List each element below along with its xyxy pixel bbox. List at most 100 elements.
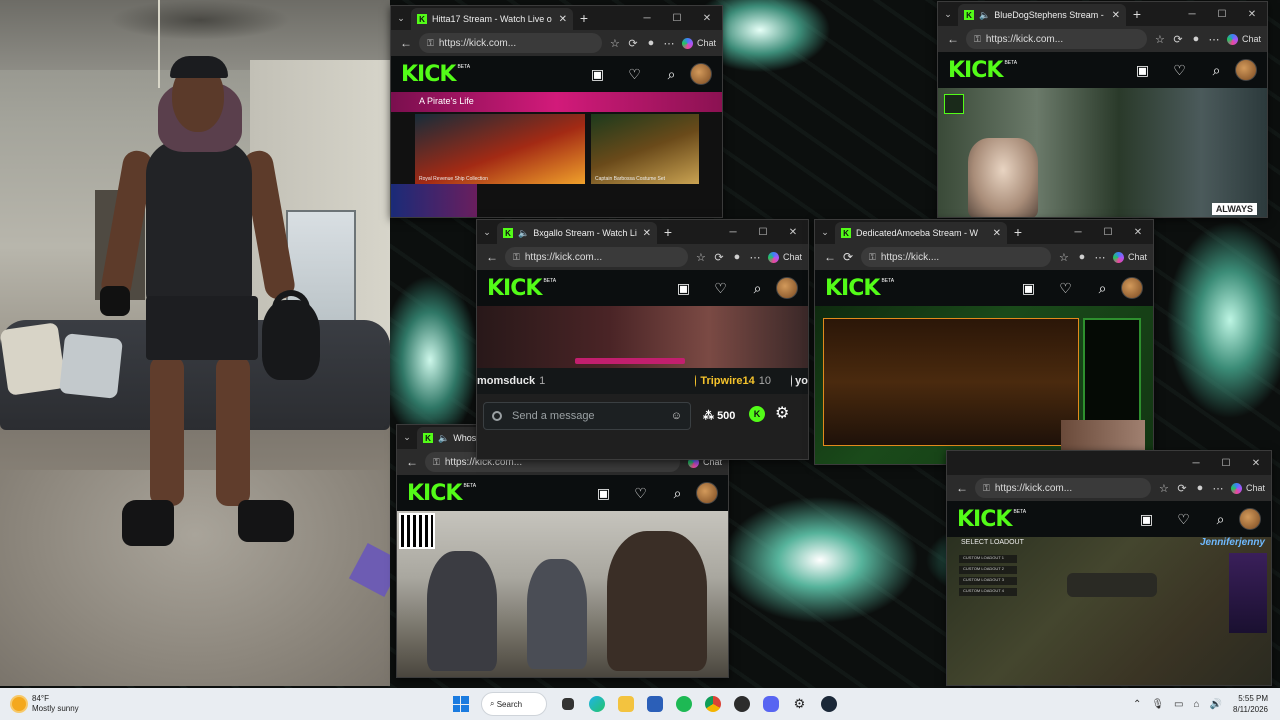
search-icon[interactable]: ⌕: [1198, 62, 1235, 79]
clock[interactable]: 5:55 PM 8/11/2026: [1233, 693, 1268, 715]
stream-player[interactable]: [397, 511, 728, 677]
refresh-icon[interactable]: ⟳: [1173, 482, 1191, 495]
search-icon[interactable]: ⌕: [1202, 511, 1239, 528]
following-heart-icon[interactable]: ♡: [1161, 62, 1198, 79]
following-heart-icon[interactable]: ♡: [616, 66, 653, 83]
browse-icon[interactable]: ▣: [1124, 62, 1161, 79]
store-icon[interactable]: [640, 692, 669, 716]
address-bar[interactable]: ⚿ https://kick.com...: [419, 33, 602, 53]
profile-icon[interactable]: ●: [1073, 251, 1091, 263]
browser-window-hitta17[interactable]: ⌄ K Hitta17 Stream - Watch Live o ✕ + ─ ☐…: [390, 5, 723, 218]
more-icon[interactable]: ⋯: [1091, 251, 1109, 264]
close-tab-icon[interactable]: ✕: [559, 14, 567, 25]
back-icon[interactable]: ←: [403, 455, 421, 469]
emoji-icon[interactable]: ☺: [671, 410, 682, 422]
discord-icon[interactable]: [756, 692, 785, 716]
tab-list-chevron-icon[interactable]: ⌄: [815, 227, 835, 238]
new-tab-button[interactable]: +: [573, 10, 595, 26]
minimize-button[interactable]: ─: [718, 227, 748, 238]
minimize-button[interactable]: ─: [1063, 227, 1093, 238]
browser-window-bluedogstephens[interactable]: ⌄ K 🔈 BlueDogStephens Stream - W ✕ + ─ ☐ ✕…: [937, 1, 1268, 218]
star-icon[interactable]: ☆: [1155, 482, 1173, 495]
browse-icon[interactable]: ▣: [665, 280, 702, 297]
search-icon[interactable]: ⌕: [659, 485, 696, 502]
network-icon[interactable]: ⌂: [1194, 699, 1200, 710]
settings-gear-icon[interactable]: ⚙: [785, 692, 814, 716]
browser-window-bxgallo[interactable]: ⌄ K 🔈 Bxgallo Stream - Watch Live o ✕ + …: [476, 219, 809, 460]
close-tab-icon[interactable]: ✕: [1112, 10, 1120, 21]
star-icon[interactable]: ☆: [692, 251, 710, 264]
edge-icon[interactable]: [582, 692, 611, 716]
profile-icon[interactable]: ●: [1187, 33, 1205, 45]
star-icon[interactable]: ☆: [1055, 251, 1073, 264]
address-bar[interactable]: ⚿ https://kick....: [861, 247, 1051, 267]
kick-logo[interactable]: KICK: [825, 276, 880, 301]
maximize-button[interactable]: ☐: [1211, 458, 1241, 469]
star-icon[interactable]: ☆: [1151, 33, 1169, 46]
kick-logo[interactable]: KICK: [401, 62, 456, 87]
obs-icon[interactable]: [727, 692, 756, 716]
maximize-button[interactable]: ☐: [662, 13, 692, 24]
search-icon[interactable]: ⌕: [1084, 280, 1121, 297]
tab-bluedogstephens[interactable]: K 🔈 BlueDogStephens Stream - W ✕: [958, 4, 1126, 26]
chrome-icon[interactable]: [698, 692, 727, 716]
browse-icon[interactable]: ▣: [1010, 280, 1047, 297]
tab-list-chevron-icon[interactable]: ⌄: [477, 227, 497, 238]
copilot-chat-button[interactable]: Chat: [1226, 33, 1261, 45]
more-icon[interactable]: ⋯: [1205, 33, 1223, 46]
avatar[interactable]: [1121, 277, 1143, 299]
display-icon[interactable]: ▭: [1174, 699, 1183, 710]
avatar[interactable]: [1239, 508, 1261, 530]
volume-icon[interactable]: 🔊: [1210, 699, 1222, 710]
more-icon[interactable]: ⋯: [660, 37, 678, 50]
close-tab-icon[interactable]: ✕: [993, 228, 1001, 239]
back-icon[interactable]: ←: [397, 36, 415, 50]
avatar[interactable]: [776, 277, 798, 299]
avatar[interactable]: [696, 482, 718, 504]
avatar[interactable]: [1235, 59, 1257, 81]
kick-logo[interactable]: KICK: [957, 507, 1012, 532]
tab-bxgallo[interactable]: K 🔈 Bxgallo Stream - Watch Live o ✕: [497, 222, 657, 244]
profile-icon[interactable]: ●: [642, 37, 660, 49]
refresh-icon[interactable]: ⟳: [1169, 33, 1187, 46]
profile-icon[interactable]: ●: [728, 251, 746, 263]
browser-window-whos[interactable]: ⌄ K 🔈 Whos ← ⚿ https://kick.com... Chat K…: [396, 424, 729, 678]
spotify-icon[interactable]: [669, 692, 698, 716]
channel-points[interactable]: ⁂ 500: [703, 409, 735, 422]
site-info-icon[interactable]: ⚿: [974, 34, 981, 45]
new-tab-button[interactable]: +: [1126, 6, 1148, 22]
maximize-button[interactable]: ☐: [1207, 9, 1237, 20]
stream-player[interactable]: SELECT LOADOUT CUSTOM LOADOUT 1 CUSTOM L…: [947, 537, 1271, 685]
kick-logo[interactable]: KICK: [407, 481, 462, 506]
tab-list-chevron-icon[interactable]: ⌄: [938, 9, 958, 20]
maximize-button[interactable]: ☐: [1093, 227, 1123, 238]
close-window-button[interactable]: ✕: [1241, 458, 1271, 469]
new-tab-button[interactable]: +: [657, 224, 679, 240]
kick-logo[interactable]: KICK: [487, 276, 542, 301]
taskbar-search[interactable]: ⌕ Search: [481, 692, 547, 716]
new-tab-button[interactable]: +: [1007, 224, 1029, 240]
stream-player[interactable]: A Pirate's Life Royal Revenue Ship Colle…: [391, 92, 722, 217]
kick-icon[interactable]: K: [749, 406, 765, 422]
chevron-up-icon[interactable]: ⌃: [1133, 699, 1141, 710]
following-heart-icon[interactable]: ♡: [1165, 511, 1202, 528]
site-info-icon[interactable]: ⚿: [983, 483, 990, 494]
browse-icon[interactable]: ▣: [585, 485, 622, 502]
copilot-chat-button[interactable]: Chat: [1230, 482, 1265, 494]
address-bar[interactable]: ⚿ https://kick.com...: [505, 247, 688, 267]
search-icon[interactable]: ⌕: [739, 280, 776, 297]
stream-player[interactable]: ALWAYS: [938, 88, 1267, 217]
speaker-icon[interactable]: 🔈: [518, 228, 529, 239]
minimize-button[interactable]: ─: [1181, 458, 1211, 469]
site-info-icon[interactable]: ⚿: [427, 38, 434, 49]
browser-window-dedicatedamoeba[interactable]: ⌄ K DedicatedAmoeba Stream - W ✕ + ─ ☐ ✕ ←…: [814, 219, 1154, 465]
stream-player[interactable]: [815, 306, 1153, 464]
address-bar[interactable]: ⚿ https://kick.com...: [975, 478, 1151, 498]
speaker-icon[interactable]: 🔈: [438, 433, 449, 444]
browse-icon[interactable]: ▣: [579, 66, 616, 83]
site-info-icon[interactable]: ⚿: [433, 457, 440, 468]
task-view-icon[interactable]: [553, 692, 582, 716]
address-bar[interactable]: ⚿ https://kick.com...: [966, 29, 1147, 49]
back-icon[interactable]: ←: [944, 32, 962, 46]
back-icon[interactable]: ←: [953, 481, 971, 495]
